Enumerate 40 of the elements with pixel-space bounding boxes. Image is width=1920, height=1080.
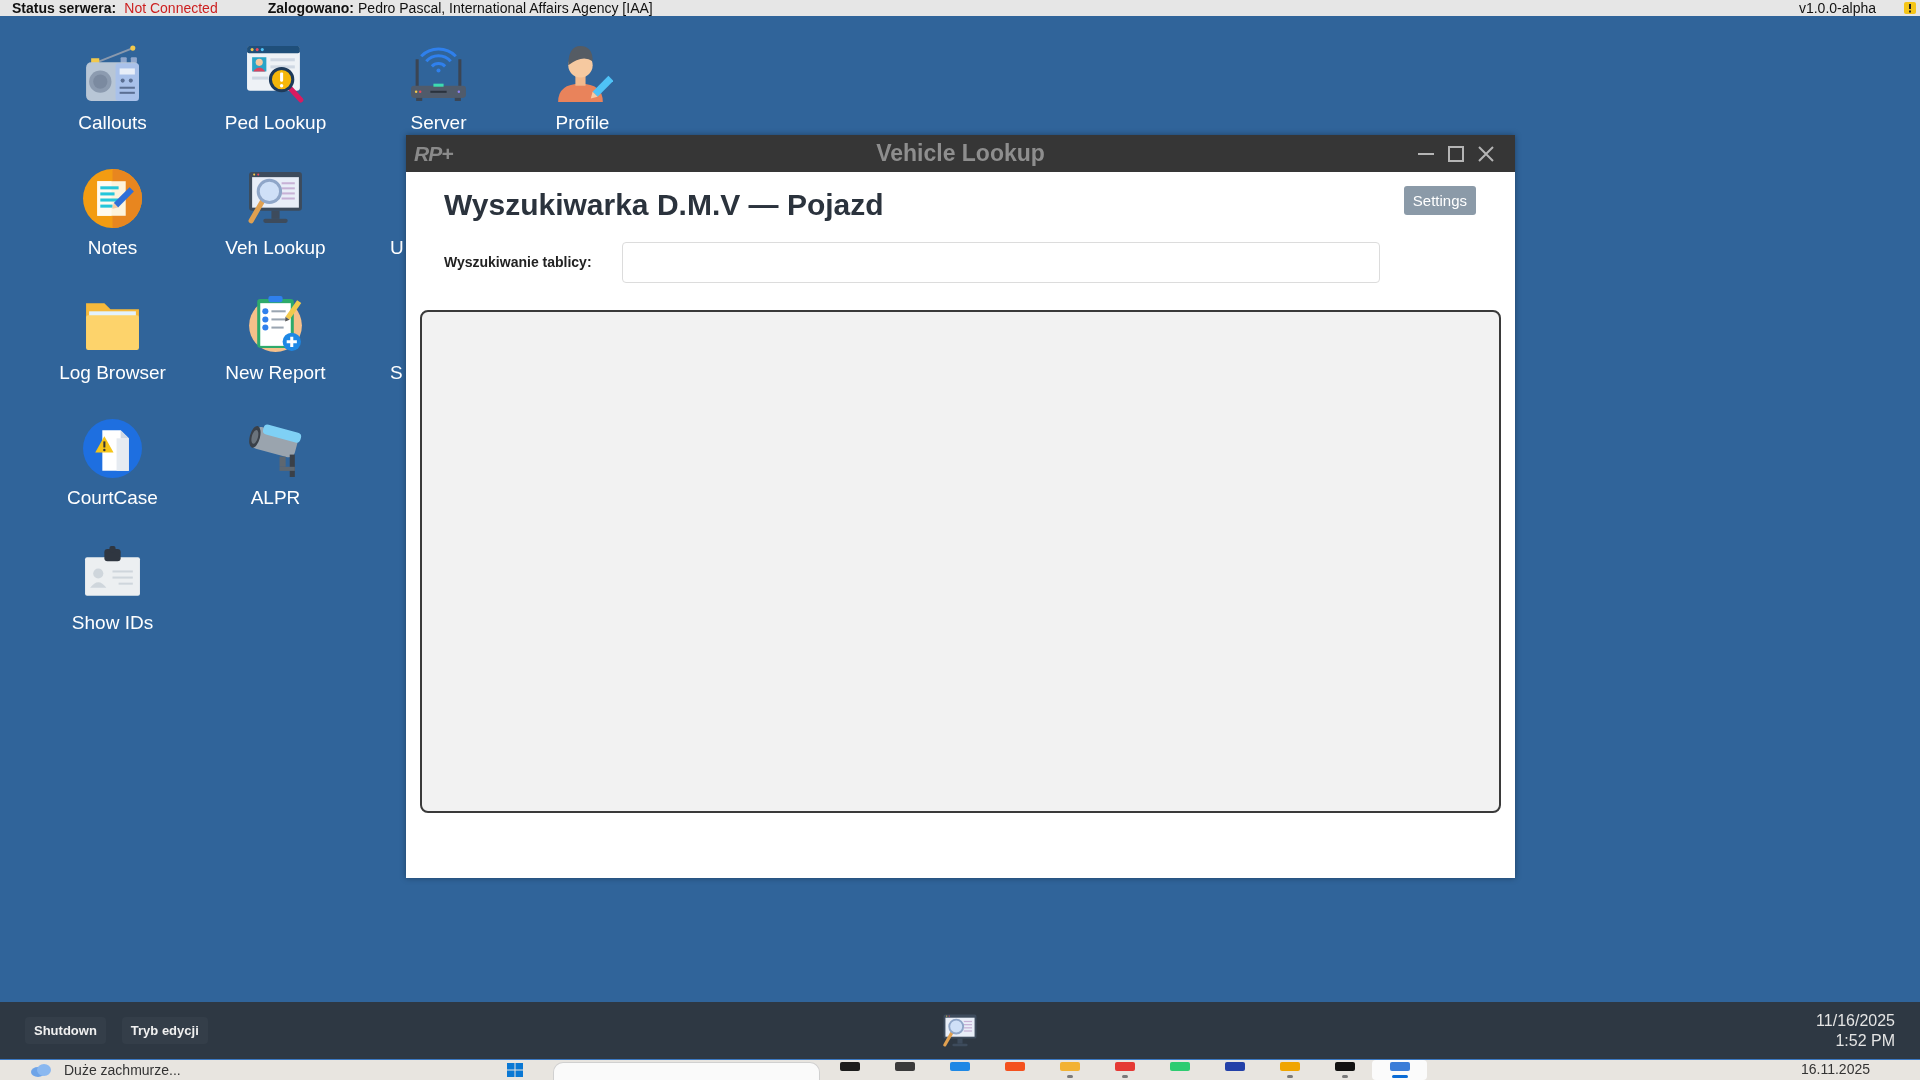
system-date: 16.11.2025 <box>1800 1060 1870 1078</box>
desktop-shortcut[interactable]: Profile <box>552 43 613 134</box>
window-title: Vehicle Lookup <box>876 140 1045 166</box>
desktop-shortcut[interactable]: Log Browser <box>59 293 166 384</box>
taskbar-date: 11/16/2025 <box>1816 1010 1895 1031</box>
user-label: Zalogowano: <box>267 0 354 16</box>
version-text: v1.0.0-alpha <box>1798 0 1876 16</box>
user-text: Pedro Pascal, International Affairs Agency [IAA] <box>358 0 653 16</box>
status-label: Status serwera: <box>12 0 117 16</box>
status-text: Not Connected <box>124 0 218 16</box>
app-logo: RP+ <box>414 141 453 166</box>
desktop-shortcut[interactable]: S <box>390 362 403 384</box>
desktop-shortcut[interactable]: U <box>390 237 404 259</box>
desktop-shortcut[interactable]: Veh Lookup <box>225 168 326 259</box>
cloud-icon <box>30 1063 52 1077</box>
desktop-shortcut[interactable]: Callouts <box>78 43 147 134</box>
weather-text: Duże zachmurze... <box>64 1061 181 1079</box>
page-heading: Wyszukiwarka D.M.V — Pojazd <box>444 187 884 223</box>
desktop-shortcut[interactable]: New Report <box>225 293 326 384</box>
start-button[interactable] <box>507 1063 523 1077</box>
desktop-shortcut[interactable]: Show IDs <box>71 543 154 634</box>
taskbar-button[interactable]: Shutdown <box>25 1017 106 1044</box>
notepad-pencil-icon <box>82 168 143 229</box>
field-label: Wyszukiwanie tablicy: <box>444 253 593 272</box>
desktop-shortcut[interactable]: ALPR <box>245 418 306 509</box>
minimize-icon <box>1418 152 1434 155</box>
profile-card-magnifier-icon <box>245 43 306 104</box>
maximize-icon <box>1448 145 1464 162</box>
desktop-shortcut[interactable]: Notes <box>82 168 143 259</box>
desktop-shortcut[interactable]: Ped Lookup <box>224 43 327 134</box>
close-icon <box>1478 145 1494 162</box>
plate-search-field[interactable] <box>622 242 1380 283</box>
document-warning-icon <box>82 418 143 479</box>
taskbar-time: 1:52 PM <box>1835 1030 1895 1051</box>
desktop-shortcut[interactable]: Server <box>408 43 469 134</box>
desktop-shortcut[interactable]: CourtCase <box>67 418 158 509</box>
four-squares-icon <box>507 1063 523 1077</box>
search-field[interactable] <box>553 1062 820 1080</box>
alert-icon <box>1904 2 1916 14</box>
taskbar-button[interactable]: Tryb edycji <box>121 1017 208 1044</box>
